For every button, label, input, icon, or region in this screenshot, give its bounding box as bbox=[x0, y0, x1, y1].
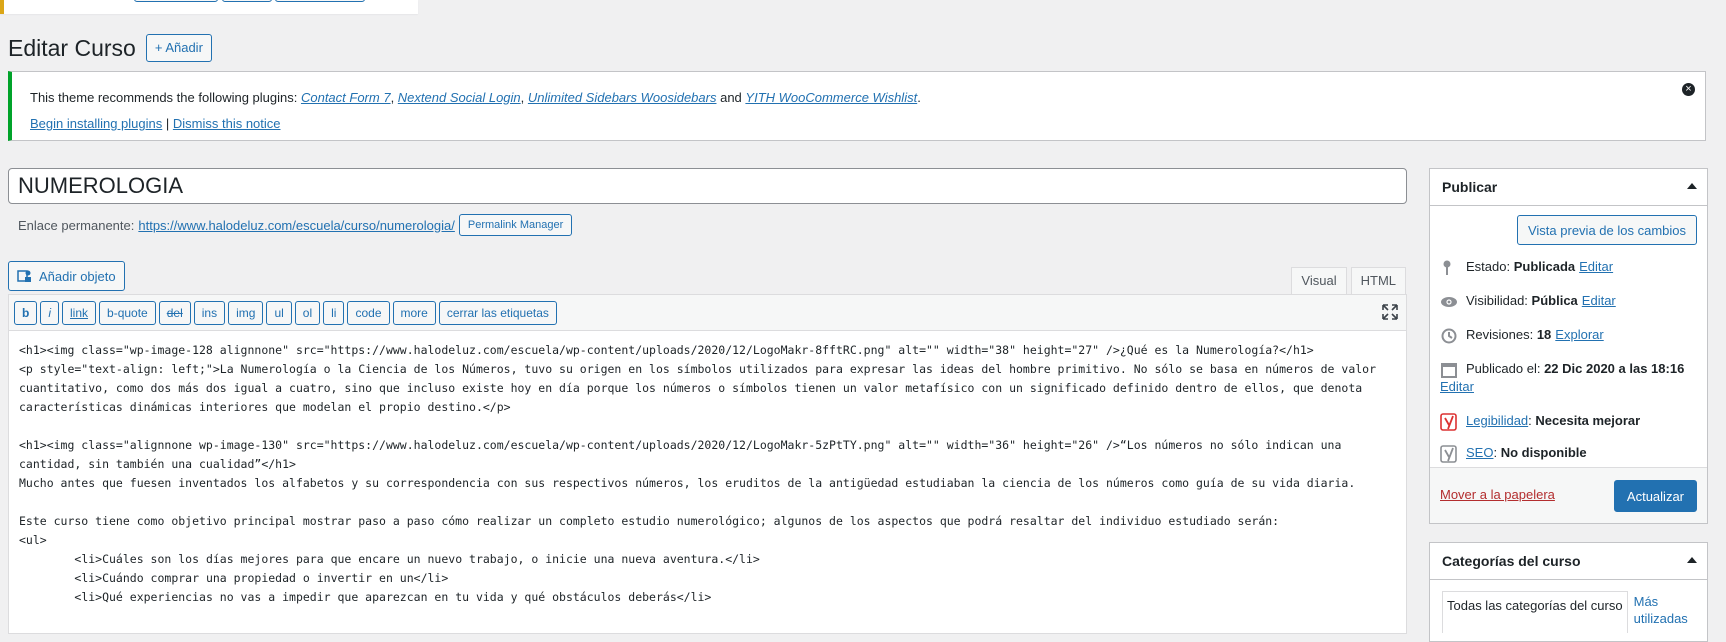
visibility-row: Visibilidad: Pública Editar bbox=[1440, 293, 1616, 311]
add-media-button[interactable]: Añadir objeto bbox=[8, 261, 125, 291]
revisions-row: Revisiones: 18 Explorar bbox=[1440, 327, 1604, 345]
tab-html[interactable]: HTML bbox=[1350, 267, 1406, 294]
media-icon bbox=[17, 270, 31, 282]
qt-italic-button[interactable]: i bbox=[40, 300, 60, 325]
edit-status-link[interactable]: Editar bbox=[1579, 259, 1613, 274]
permalink-url[interactable]: https://www.halodeluz.com/escuela/curso/… bbox=[138, 218, 455, 233]
notice-button-partial[interactable] bbox=[222, 0, 272, 2]
close-icon[interactable]: × bbox=[1682, 83, 1695, 96]
add-new-button[interactable]: + Añadir bbox=[145, 34, 212, 62]
pin-icon bbox=[1443, 260, 1451, 275]
category-tabs: Todas las categorías del curso Más utili… bbox=[1442, 591, 1700, 633]
qt-blockquote-button[interactable]: b-quote bbox=[99, 300, 156, 325]
html-content-textarea[interactable]: <h1><img class="wp-image-128 alignnone" … bbox=[9, 331, 1406, 617]
publish-box-title: Publicar bbox=[1442, 179, 1498, 195]
notice-actions: Begin installing plugins | Dismiss this … bbox=[30, 116, 281, 131]
page-header: Editar Curso + Añadir bbox=[8, 34, 212, 62]
categories-box-title: Categorías del curso bbox=[1442, 553, 1581, 569]
qt-close-tags-button[interactable]: cerrar las etiquetas bbox=[438, 300, 557, 325]
edit-date-link[interactable]: Editar bbox=[1440, 379, 1690, 394]
fullscreen-icon[interactable] bbox=[1382, 304, 1398, 320]
explore-revisions-link[interactable]: Explorar bbox=[1555, 327, 1603, 342]
editor-tabs: Visual HTML bbox=[1287, 267, 1406, 294]
plugin-link-woosidebars[interactable]: Unlimited Sidebars Woosidebars bbox=[528, 90, 717, 105]
tab-visual[interactable]: Visual bbox=[1291, 267, 1347, 294]
eye-icon bbox=[1441, 297, 1457, 307]
plugin-notice: This theme recommends the following plug… bbox=[8, 71, 1706, 141]
yoast-readability-icon bbox=[1440, 413, 1457, 431]
quicktags-toolbar: b i link b-quote del ins img ul ol li co… bbox=[9, 295, 1406, 331]
editor-area: b i link b-quote del ins img ul ol li co… bbox=[8, 294, 1407, 634]
notice-button-partial[interactable] bbox=[134, 0, 218, 2]
categories-box-header: Categorías del curso bbox=[1430, 543, 1707, 580]
qt-ol-button[interactable]: ol bbox=[294, 300, 321, 325]
page-title: Editar Curso bbox=[8, 34, 136, 61]
tab-most-used[interactable]: Más utilizadas bbox=[1628, 591, 1700, 633]
seo-link[interactable]: SEO bbox=[1466, 445, 1493, 460]
qt-more-button[interactable]: more bbox=[392, 300, 436, 325]
permalink-row: Enlace permanente: https://www.halodeluz… bbox=[18, 214, 573, 236]
post-title-input[interactable]: NUMEROLOGIA bbox=[8, 168, 1407, 204]
dismiss-notice-link[interactable]: Dismiss this notice bbox=[173, 116, 281, 131]
move-to-trash-link[interactable]: Mover a la papelera bbox=[1440, 487, 1555, 502]
history-icon bbox=[1441, 328, 1457, 344]
permalink-label: Enlace permanente: bbox=[18, 217, 135, 233]
qt-del-button[interactable]: del bbox=[158, 300, 191, 325]
status-row: Estado: Publicada Editar bbox=[1440, 259, 1613, 277]
notice-button-partial[interactable] bbox=[275, 0, 365, 2]
seo-row: SEO: No disponible bbox=[1440, 445, 1587, 463]
permalink-manager-button[interactable]: Permalink Manager bbox=[458, 214, 573, 236]
plugin-link-nextend[interactable]: Nextend Social Login bbox=[398, 90, 521, 105]
readability-link[interactable]: Legibilidad bbox=[1466, 413, 1528, 428]
preview-changes-button[interactable]: Vista previa de los cambios bbox=[1516, 215, 1697, 245]
notice-text: This theme recommends the following plug… bbox=[30, 90, 921, 105]
readability-row: Legibilidad: Necesita mejorar bbox=[1440, 413, 1640, 431]
publish-box-header: Publicar bbox=[1430, 169, 1707, 206]
calendar-icon bbox=[1441, 363, 1457, 378]
collapse-arrow-icon[interactable] bbox=[1687, 557, 1697, 563]
qt-bold-button[interactable]: b bbox=[14, 300, 38, 325]
plugin-link-contact-form[interactable]: Contact Form 7 bbox=[301, 90, 391, 105]
collapse-arrow-icon[interactable] bbox=[1687, 183, 1697, 189]
yoast-seo-icon bbox=[1440, 445, 1457, 463]
update-button[interactable]: Actualizar bbox=[1613, 480, 1697, 512]
qt-li-button[interactable]: li bbox=[323, 300, 345, 325]
top-notice-partial bbox=[0, 0, 418, 14]
edit-visibility-link[interactable]: Editar bbox=[1582, 293, 1616, 308]
published-date-row: Publicado el: 22 Dic 2020 a las 18:16 Ed… bbox=[1440, 361, 1690, 394]
publish-actions: Mover a la papelera Actualizar bbox=[1430, 467, 1707, 523]
qt-ul-button[interactable]: ul bbox=[266, 300, 292, 325]
categories-box: Categorías del curso Todas las categoría… bbox=[1429, 542, 1708, 642]
publish-box: Publicar Vista previa de los cambios Est… bbox=[1429, 168, 1708, 524]
qt-code-button[interactable]: code bbox=[347, 300, 390, 325]
qt-img-button[interactable]: img bbox=[228, 300, 264, 325]
plugin-link-yith-wishlist[interactable]: YITH WooCommerce Wishlist bbox=[745, 90, 917, 105]
begin-installing-link[interactable]: Begin installing plugins bbox=[30, 116, 162, 131]
qt-link-button[interactable]: link bbox=[62, 300, 97, 325]
qt-ins-button[interactable]: ins bbox=[193, 300, 226, 325]
tab-all-categories[interactable]: Todas las categorías del curso bbox=[1442, 591, 1628, 633]
add-media-label: Añadir objeto bbox=[39, 268, 116, 284]
